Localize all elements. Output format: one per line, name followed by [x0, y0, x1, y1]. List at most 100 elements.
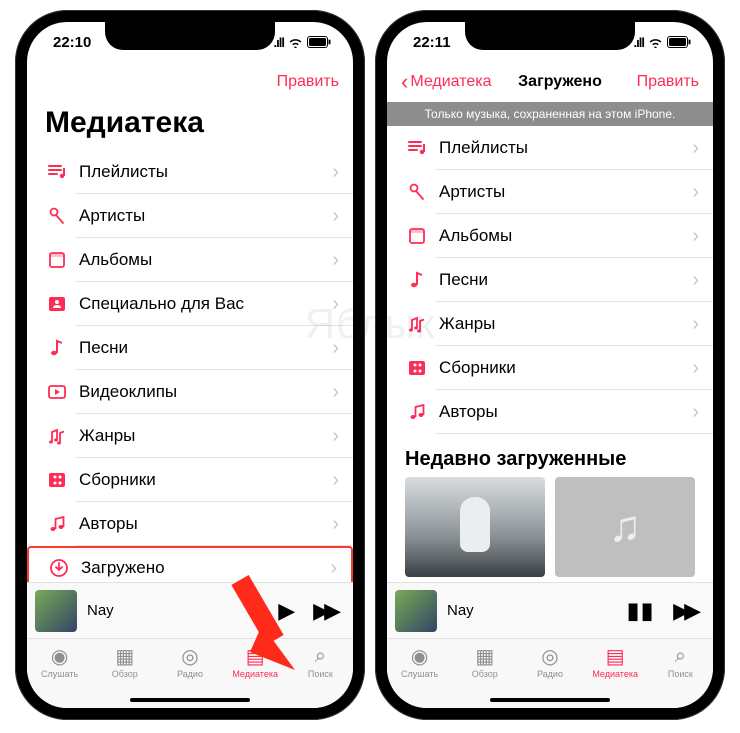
signal-icon: .ıll: [634, 35, 644, 50]
row-label: Альбомы: [69, 250, 332, 270]
mini-player[interactable]: Nay ▮▮ ▶▶: [387, 582, 713, 638]
chevron-right-icon: ›: [332, 425, 339, 448]
chevron-right-icon: ›: [332, 381, 339, 404]
chevron-right-icon: ›: [332, 293, 339, 316]
row-label: Сборники: [69, 470, 332, 490]
row-for-you[interactable]: Специально для Вас ›: [27, 282, 353, 326]
album-tile[interactable]: ♫: [555, 477, 695, 577]
row-albums[interactable]: Альбомы ›: [387, 214, 713, 258]
row-genres[interactable]: Жанры ›: [27, 414, 353, 458]
author-icon: [405, 402, 429, 422]
chevron-right-icon: ›: [332, 249, 339, 272]
row-label: Авторы: [69, 514, 332, 534]
navbar: Править: [27, 62, 353, 102]
chevron-right-icon: ›: [332, 469, 339, 492]
album-tile[interactable]: [405, 477, 545, 577]
forward-icon[interactable]: ▶▶: [669, 598, 699, 624]
grid-icon: ▦: [475, 645, 494, 667]
tab-label: Радио: [537, 669, 563, 679]
album-tiles: ♫: [387, 477, 713, 577]
wifi-icon: [648, 37, 663, 48]
chevron-right-icon: ›: [692, 401, 699, 424]
section-recently-downloaded: Недавно загруженные: [387, 434, 713, 477]
page-title: Медиатека: [27, 102, 353, 150]
now-playing-title: Nay: [447, 602, 613, 619]
mic-icon: [405, 182, 429, 202]
home-indicator[interactable]: [130, 698, 250, 702]
mic-icon: [45, 206, 69, 226]
chevron-left-icon: ‹: [401, 69, 408, 95]
radio-icon: ◎: [181, 645, 198, 667]
tab-label: Медиатека: [592, 669, 638, 679]
chevron-right-icon: ›: [692, 181, 699, 204]
search-icon: ⌕: [675, 645, 686, 667]
tab-listen[interactable]: ◉Слушать: [390, 645, 450, 708]
tab-label: Обзор: [112, 669, 138, 679]
edit-button[interactable]: Править: [619, 73, 699, 91]
chevron-right-icon: ›: [692, 313, 699, 336]
radio-icon: ◎: [541, 645, 558, 667]
row-compilations[interactable]: Сборники ›: [27, 458, 353, 502]
annotation-arrow: [220, 570, 310, 680]
note-icon: [45, 338, 69, 358]
row-label: Артисты: [69, 206, 332, 226]
notch: [105, 22, 275, 50]
row-label: Плейлисты: [429, 138, 692, 158]
row-videos[interactable]: Видеоклипы ›: [27, 370, 353, 414]
chevron-right-icon: ›: [332, 161, 339, 184]
tab-listen[interactable]: ◉ Слушать: [30, 645, 90, 708]
edit-button[interactable]: Править: [259, 73, 339, 91]
row-songs[interactable]: Песни ›: [27, 326, 353, 370]
now-playing-art: [395, 590, 437, 632]
chevron-right-icon: ›: [692, 225, 699, 248]
row-artists[interactable]: Артисты ›: [387, 170, 713, 214]
tab-label: Поиск: [668, 669, 693, 679]
battery-icon: [307, 36, 331, 48]
chevron-right-icon: ›: [332, 205, 339, 228]
compilation-icon: [405, 358, 429, 378]
row-label: Песни: [69, 338, 332, 358]
notch: [465, 22, 635, 50]
signal-icon: .ıll: [274, 35, 284, 50]
row-label: Плейлисты: [69, 162, 332, 182]
back-button[interactable]: ‹ Медиатека: [401, 69, 501, 95]
status-icons: .ıll: [634, 35, 691, 50]
album-icon: [405, 226, 429, 246]
row-authors[interactable]: Авторы ›: [387, 390, 713, 434]
library-icon: ▤: [606, 645, 625, 667]
tab-search[interactable]: ⌕ Поиск: [650, 645, 710, 708]
genre-icon: [45, 426, 69, 446]
home-indicator[interactable]: [490, 698, 610, 702]
chevron-right-icon: ›: [692, 357, 699, 380]
navbar: ‹ Медиатека Загружено Править: [387, 62, 713, 102]
forward-icon[interactable]: ▶▶: [309, 598, 339, 624]
tab-label: Слушать: [41, 669, 78, 679]
library-list: Плейлисты › Артисты › Альбомы › Специаль…: [27, 150, 353, 582]
info-banner: Только музыка, сохраненная на этом iPhon…: [387, 102, 713, 126]
genre-icon: [405, 314, 429, 334]
pause-icon[interactable]: ▮▮: [623, 598, 659, 624]
video-icon: [45, 382, 69, 402]
tab-label: Поиск: [308, 669, 333, 679]
battery-icon: [667, 36, 691, 48]
now-playing-art: [35, 590, 77, 632]
row-songs[interactable]: Песни ›: [387, 258, 713, 302]
play-circle-icon: ◉: [51, 645, 68, 667]
row-label: Сборники: [429, 358, 692, 378]
row-genres[interactable]: Жанры ›: [387, 302, 713, 346]
row-playlists[interactable]: Плейлисты ›: [27, 150, 353, 194]
tab-label: Обзор: [472, 669, 498, 679]
row-compilations[interactable]: Сборники ›: [387, 346, 713, 390]
row-label: Жанры: [69, 426, 332, 446]
album-icon: [45, 250, 69, 270]
chevron-right-icon: ›: [332, 337, 339, 360]
status-time: 22:10: [53, 34, 91, 51]
row-authors[interactable]: Авторы ›: [27, 502, 353, 546]
row-artists[interactable]: Артисты ›: [27, 194, 353, 238]
foryou-icon: [45, 294, 69, 314]
row-label: Артисты: [429, 182, 692, 202]
playlist-icon: [405, 138, 429, 158]
music-note-icon: ♫: [609, 502, 642, 552]
row-playlists[interactable]: Плейлисты ›: [387, 126, 713, 170]
row-albums[interactable]: Альбомы ›: [27, 238, 353, 282]
